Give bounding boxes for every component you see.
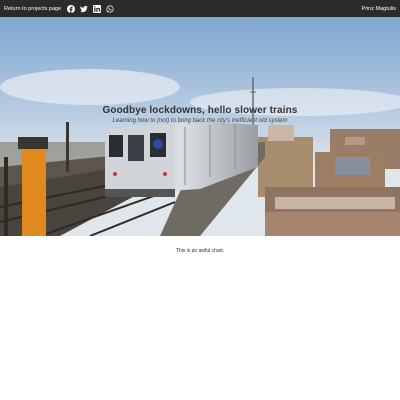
whatsapp-icon[interactable] <box>106 4 114 13</box>
chart-caption: This is an awful chart. <box>175 248 225 254</box>
twitter-icon[interactable] <box>80 5 88 13</box>
social-share-icons <box>67 4 114 13</box>
top-nav-bar: Return to projects page Prinz Magtulis <box>0 0 400 17</box>
back-to-projects-link[interactable]: Return to projects page <box>4 6 61 12</box>
linkedin-icon[interactable] <box>93 4 102 13</box>
hero-banner: Goodbye lockdowns, hello slower trains L… <box>0 17 400 236</box>
hero-photo-train <box>0 17 400 236</box>
facebook-icon[interactable] <box>67 4 76 13</box>
page-title: Goodbye lockdowns, hello slower trains <box>102 105 298 116</box>
page-subtitle: Learning how to (not) to bring back the … <box>112 118 288 124</box>
author-name: Prinz Magtulis <box>361 5 396 12</box>
